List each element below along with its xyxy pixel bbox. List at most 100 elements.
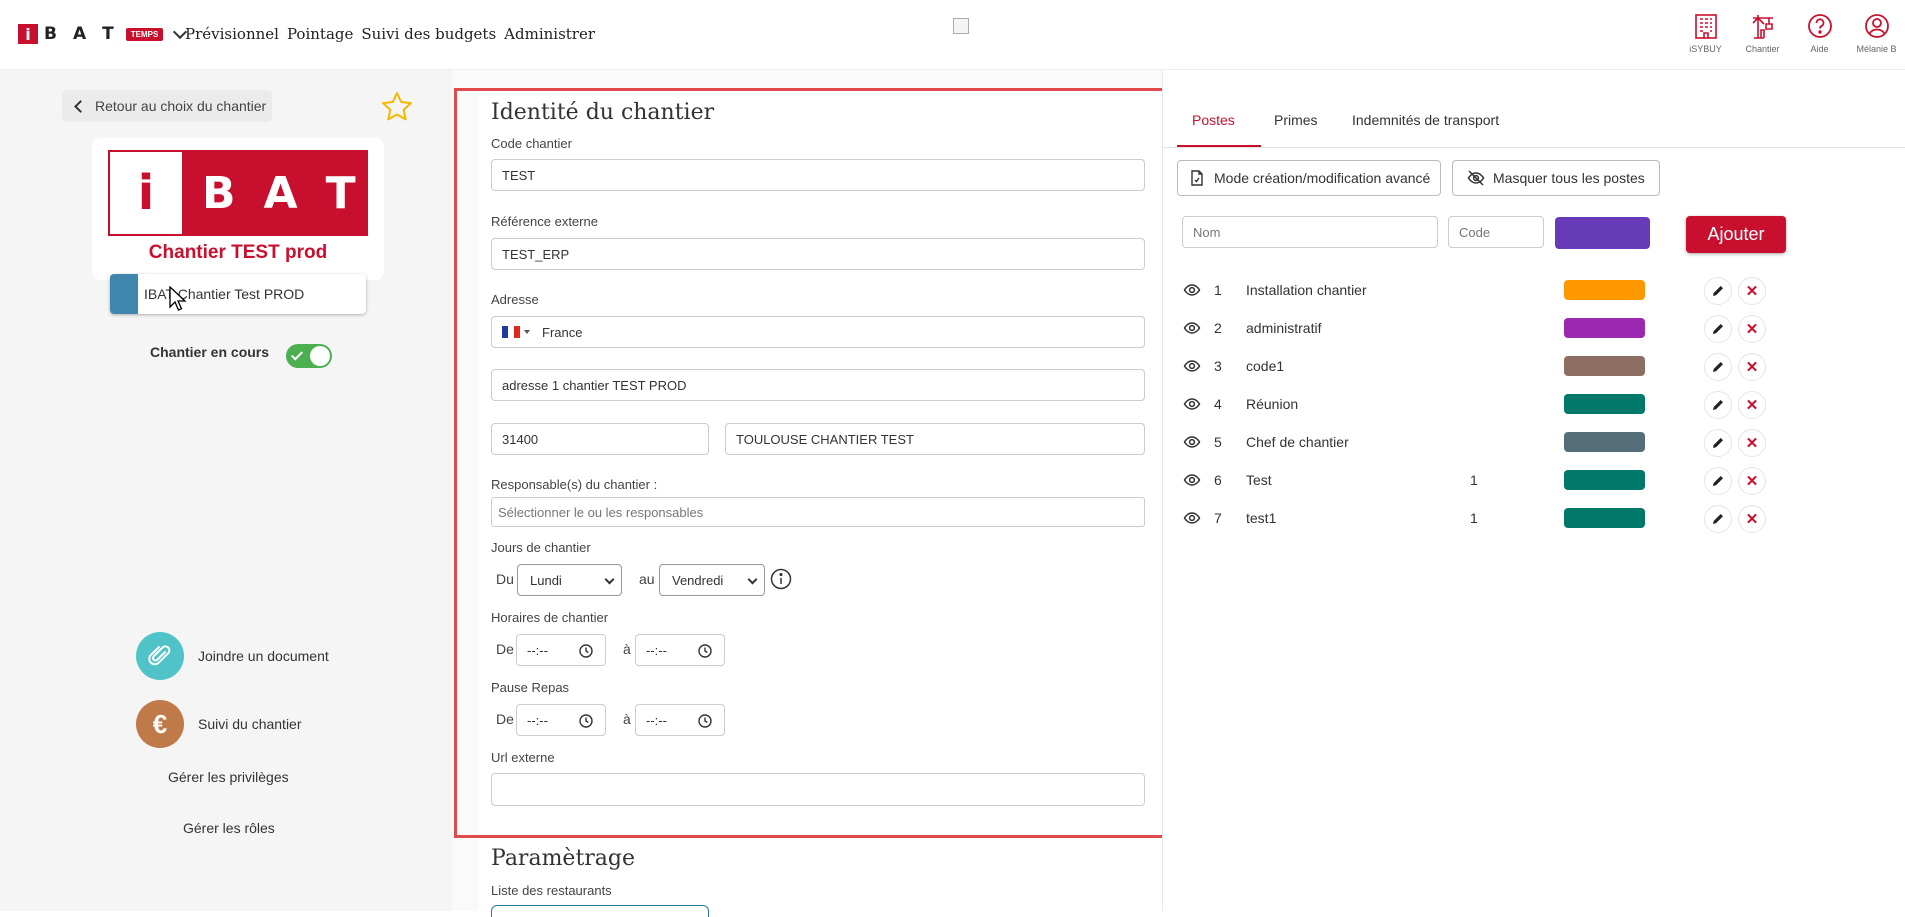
edit-poste-button[interactable] xyxy=(1704,505,1732,533)
identity-title: Identité du chantier xyxy=(491,100,715,125)
poste-code-input[interactable] xyxy=(1448,216,1544,248)
lunch-from-input[interactable]: --:-- xyxy=(516,704,606,736)
tab-postes[interactable]: Postes xyxy=(1192,112,1235,128)
poste-name-input[interactable] xyxy=(1182,216,1438,248)
poste-name: code1 xyxy=(1246,358,1285,374)
nav-suivi-budgets[interactable]: Suivi des budgets xyxy=(361,25,496,43)
hours-to-prefix: à xyxy=(623,641,631,657)
eye-icon[interactable] xyxy=(1183,471,1201,489)
mouse-cursor-icon xyxy=(169,286,187,311)
code-input[interactable]: TEST xyxy=(491,159,1145,191)
external-ref-label: Référence externe xyxy=(491,214,598,229)
restaurants-select[interactable] xyxy=(491,905,709,917)
hours-from-prefix: De xyxy=(496,641,514,657)
poste-color-swatch[interactable] xyxy=(1564,280,1645,300)
nav-previsionnel[interactable]: Prévisionnel xyxy=(185,25,279,43)
pencil-icon xyxy=(1713,514,1723,524)
eye-icon[interactable] xyxy=(1183,433,1201,451)
days-from-prefix: Du xyxy=(496,571,514,587)
poste-color-swatch[interactable] xyxy=(1564,356,1645,376)
poste-color-picker[interactable] xyxy=(1555,217,1650,249)
user-button[interactable]: Mélanie B xyxy=(1848,12,1905,54)
poste-color-swatch[interactable] xyxy=(1564,432,1645,452)
day-to-select[interactable]: Vendredi xyxy=(659,564,765,596)
logo-letter: B xyxy=(44,24,59,44)
eye-icon[interactable] xyxy=(1183,395,1201,413)
url-label: Url externe xyxy=(491,750,555,765)
delete-poste-button[interactable]: ✕ xyxy=(1738,429,1766,457)
hide-all-postes-label: Masquer tous les postes xyxy=(1493,170,1645,186)
delete-poste-button[interactable]: ✕ xyxy=(1738,391,1766,419)
clock-icon xyxy=(698,714,712,728)
clock-icon xyxy=(579,644,593,658)
back-button-label: Retour au choix du chantier xyxy=(95,98,267,114)
logo-i: i xyxy=(18,24,38,44)
delete-poste-button[interactable]: ✕ xyxy=(1738,315,1766,343)
eye-icon[interactable] xyxy=(1183,281,1201,299)
site-logo-letter: T xyxy=(325,167,356,219)
restaurants-label: Liste des restaurants xyxy=(491,883,612,898)
add-poste-button[interactable]: Ajouter xyxy=(1686,216,1786,253)
hours-to-input[interactable]: --:-- xyxy=(635,634,725,666)
poste-color-swatch[interactable] xyxy=(1564,318,1645,338)
delete-poste-button[interactable]: ✕ xyxy=(1738,353,1766,381)
lunch-label: Pause Repas xyxy=(491,680,570,695)
help-button[interactable]: Aide xyxy=(1791,12,1848,54)
settings-title: Paramètrage xyxy=(491,846,636,871)
poste-color-swatch[interactable] xyxy=(1564,394,1645,414)
delete-poste-button[interactable]: ✕ xyxy=(1738,467,1766,495)
isybuy-icon xyxy=(1694,14,1717,39)
eye-icon[interactable] xyxy=(1183,357,1201,375)
edit-poste-button[interactable] xyxy=(1704,429,1732,457)
poste-code: 1 xyxy=(1470,510,1478,526)
advanced-mode-button[interactable]: Mode création/modification avancé xyxy=(1177,160,1442,196)
time-placeholder: --:-- xyxy=(646,712,667,728)
app-logo[interactable]: i B A T TEMPS xyxy=(18,24,188,44)
logo-temps-badge: TEMPS xyxy=(125,27,164,41)
nav-pointage[interactable]: Pointage xyxy=(287,25,353,43)
pencil-icon xyxy=(1713,438,1723,448)
url-input[interactable] xyxy=(491,773,1145,806)
chantier-button[interactable]: Chantier xyxy=(1734,12,1791,54)
edit-poste-button[interactable] xyxy=(1704,277,1732,305)
edit-poste-button[interactable] xyxy=(1704,315,1732,343)
chantier-icon xyxy=(1751,15,1773,39)
edit-poste-button[interactable] xyxy=(1704,353,1732,381)
manage-roles-link[interactable]: Gérer les rôles xyxy=(183,820,275,836)
poste-number: 1 xyxy=(1214,282,1222,298)
delete-poste-button[interactable]: ✕ xyxy=(1738,277,1766,305)
site-logo: i B A T xyxy=(108,150,368,236)
eye-icon[interactable] xyxy=(1183,319,1201,337)
pencil-icon xyxy=(1713,476,1723,486)
edit-poste-button[interactable] xyxy=(1704,467,1732,495)
eye-icon[interactable] xyxy=(1183,509,1201,527)
nav-administrer[interactable]: Administrer xyxy=(504,25,595,43)
hide-all-postes-button[interactable]: Masquer tous les postes xyxy=(1452,160,1660,196)
poste-color-swatch[interactable] xyxy=(1564,470,1645,490)
user-icon xyxy=(1864,14,1889,38)
poste-row: 2 administratif ✕ xyxy=(0,315,1905,356)
external-ref-input[interactable]: TEST_ERP xyxy=(491,238,1145,270)
top-bar: i B A T TEMPS Prévisionnel Pointage Suiv… xyxy=(0,0,1905,70)
tab-primes[interactable]: Primes xyxy=(1274,112,1318,128)
attach-document-button[interactable]: Joindre un document xyxy=(136,632,329,680)
lunch-from-prefix: De xyxy=(496,711,514,727)
delete-poste-button[interactable]: ✕ xyxy=(1738,505,1766,533)
day-from-select[interactable]: Lundi xyxy=(517,564,622,596)
edit-poste-button[interactable] xyxy=(1704,391,1732,419)
tab-divider xyxy=(1162,147,1905,148)
site-logo-i: i xyxy=(110,152,182,234)
lunch-to-input[interactable]: --:-- xyxy=(635,704,725,736)
info-icon[interactable] xyxy=(770,568,792,590)
poste-color-swatch[interactable] xyxy=(1564,508,1645,528)
isybuy-button[interactable]: iSYBUY xyxy=(1677,12,1734,54)
favorite-star-icon[interactable] xyxy=(380,90,414,124)
manage-privileges-link[interactable]: Gérer les privilèges xyxy=(168,769,289,785)
active-tab-indicator xyxy=(1177,145,1261,147)
tab-indemnites[interactable]: Indemnités de transport xyxy=(1352,112,1499,128)
poste-name: Chef de chantier xyxy=(1246,434,1349,450)
hours-from-input[interactable]: --:-- xyxy=(516,634,606,666)
site-follow-up-button[interactable]: € Suivi du chantier xyxy=(136,700,302,748)
poste-number: 3 xyxy=(1214,358,1222,374)
back-button[interactable]: Retour au choix du chantier xyxy=(62,90,272,122)
